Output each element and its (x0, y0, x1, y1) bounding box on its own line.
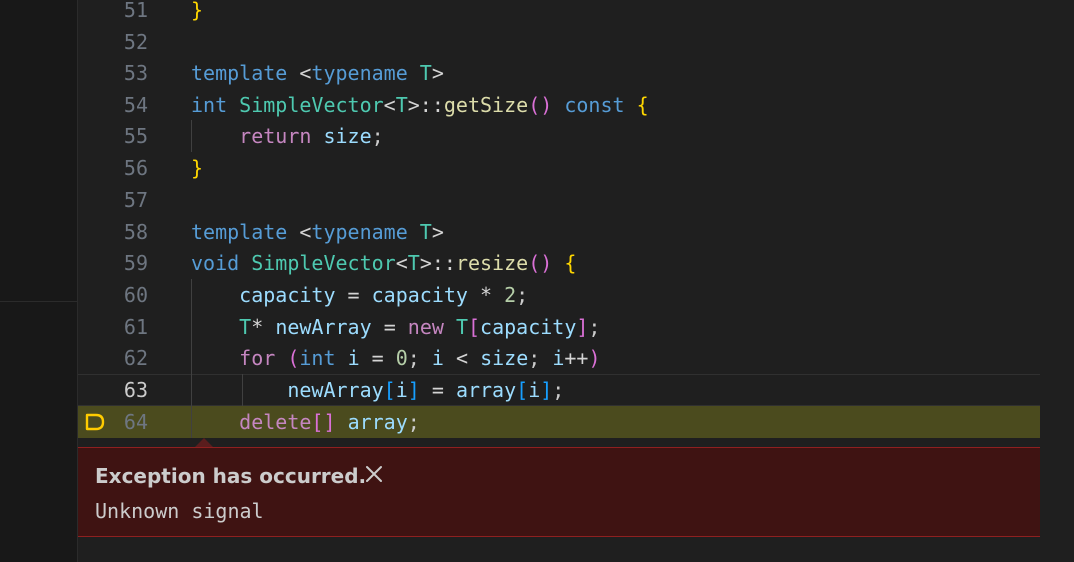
code-line[interactable]: 53 template <typename T> (78, 57, 1040, 89)
code-line[interactable]: 55 return size; (78, 120, 1040, 152)
line-number: 55 (123, 124, 148, 148)
line-number: 59 (123, 251, 148, 275)
line-number: 63 (123, 378, 148, 402)
line-code: capacity = capacity * 2; (239, 283, 529, 307)
exception-title: Exception has occurred. (95, 464, 367, 488)
line-code: int SimpleVector<T>::getSize() const { (191, 93, 649, 117)
code-line[interactable]: 57 (78, 184, 1040, 216)
panel-divider (0, 301, 77, 302)
exception-message: Unknown signal (95, 499, 264, 523)
brace-close: } (191, 0, 204, 22)
line-code: newArray[i] = array[i]; (287, 378, 565, 402)
code-line[interactable]: 60 capacity = capacity * 2; (78, 279, 1040, 311)
line-code: for (int i = 0; i < size; i++) (239, 346, 601, 370)
code-line[interactable]: 54 int SimpleVector<T>::getSize() const … (78, 89, 1040, 121)
close-icon[interactable] (364, 464, 384, 484)
line-number: 62 (123, 346, 148, 370)
line-number: 60 (123, 283, 148, 307)
code-line[interactable]: 61 T* newArray = new T[capacity]; (78, 311, 1040, 343)
code-line-stopped[interactable]: 64 delete[] array; (78, 406, 1040, 438)
indent-guide (191, 120, 192, 152)
line-number: 64 (123, 410, 148, 434)
line-code: return size; (239, 124, 384, 148)
line-number: 61 (123, 315, 148, 339)
line-number: 53 (123, 61, 148, 85)
code-line-current[interactable]: 63 newArray[i] = array[i]; (78, 374, 1040, 406)
code-line[interactable]: 56 } (78, 152, 1040, 184)
code-editor[interactable]: 51 } 52 53 template <typename T> 54 int … (78, 0, 1074, 562)
code-line[interactable]: 59 void SimpleVector<T>::resize() { (78, 247, 1040, 279)
line-number: 57 (123, 188, 148, 212)
code-line[interactable]: 52 (78, 26, 1040, 58)
code-line[interactable]: 51 } (78, 0, 1040, 26)
line-code: void SimpleVector<T>::resize() { (191, 251, 577, 275)
code-line[interactable]: 62 for (int i = 0; i < size; i++) (78, 342, 1040, 374)
line-number: 58 (123, 220, 148, 244)
line-code: template <typename T> (191, 220, 444, 244)
line-number: 52 (123, 30, 148, 54)
side-panel (0, 0, 78, 562)
line-number: 54 (123, 93, 148, 117)
exception-widget: Exception has occurred. Unknown signal (78, 447, 1040, 537)
indent-guide (191, 279, 192, 438)
line-code: delete[] array; (239, 410, 420, 434)
line-number: 51 (123, 0, 148, 22)
line-code: } (191, 156, 204, 180)
line-code: } (191, 0, 203, 26)
line-number: 56 (123, 156, 148, 180)
indent-guide (242, 374, 243, 406)
line-code: T* newArray = new T[capacity]; (239, 315, 601, 339)
code-line[interactable]: 58 template <typename T> (78, 216, 1040, 248)
line-code: template <typename T> (191, 61, 444, 85)
